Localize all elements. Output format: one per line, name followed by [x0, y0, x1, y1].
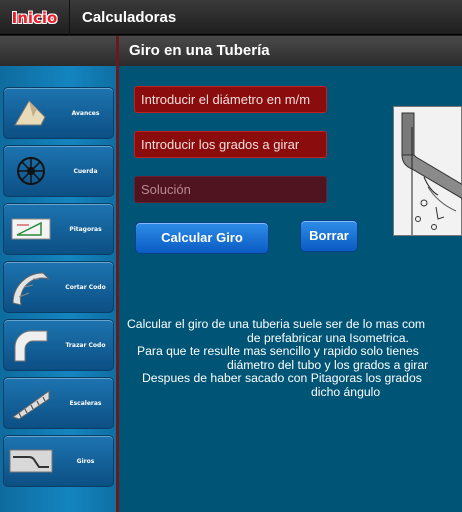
sidebar-item-pitagoras[interactable]: Pitagoras	[3, 203, 114, 255]
giros-icon	[4, 437, 58, 485]
diameter-input[interactable]: Introducir el diámetro en m/m	[134, 86, 327, 113]
sidebar-item-label: Avances	[71, 109, 100, 117]
sidebar-item-label: Giros	[76, 457, 95, 465]
description-line: Para que te resulte mas sencillo y rapid…	[137, 344, 419, 359]
avances-icon	[4, 89, 58, 137]
app-title: Calculadoras	[82, 9, 177, 26]
pipe-turn-diagram	[393, 106, 462, 236]
description-line: Despues de haber sacado con Pitagoras lo…	[142, 371, 422, 386]
sidebar-item-cortar-codo[interactable]: Cortar Codo	[3, 261, 114, 313]
pitagoras-icon	[4, 205, 58, 253]
sidebar-item-escaleras[interactable]: Escaleras	[3, 377, 114, 429]
description-line: dicho ángulo	[311, 384, 381, 399]
main-header: Giro en una Tubería	[119, 36, 462, 66]
page-title: Giro en una Tubería	[129, 42, 270, 59]
cuerda-icon	[4, 147, 58, 195]
sidebar-item-giros[interactable]: Giros	[3, 435, 114, 487]
sidebar-item-label: Cortar Codo	[65, 283, 106, 291]
sidebar-item-avances[interactable]: Avances	[3, 87, 114, 139]
description-line: diámetro del tubo y los grados a girar	[227, 357, 429, 372]
calculate-turn-button[interactable]: Calcular Giro	[135, 222, 269, 254]
sidebar-item-label: Cuerda	[73, 167, 98, 175]
cortar-codo-icon	[4, 263, 58, 311]
description-line: de prefabricar una Isometrica.	[247, 330, 409, 345]
home-label: Inicio	[11, 8, 58, 27]
home-button[interactable]: Inicio	[0, 0, 70, 35]
sidebar-item-cuerda[interactable]: Cuerda	[3, 145, 114, 197]
top-bar: Inicio Calculadoras	[0, 0, 462, 35]
degrees-input[interactable]: Introducir los grados a girar	[134, 131, 327, 158]
escaleras-icon	[4, 379, 58, 427]
sidebar-item-label: Escaleras	[69, 399, 102, 407]
sidebar-item-label: Pitagoras	[69, 225, 102, 233]
solution-field[interactable]: Solución	[134, 176, 327, 203]
trazar-codo-icon	[4, 321, 58, 369]
sidebar-item-label: Trazar Codo	[65, 341, 106, 349]
sidebar: Avances Cuerda Pitagoras Cortar Codo Tra…	[0, 36, 116, 512]
description-line: Calcular el giro de una tuberia suele se…	[127, 317, 426, 331]
description-text: Calcular el giro de una tuberia suele se…	[119, 317, 462, 400]
main-panel: Giro en una Tubería Introducir el diámet…	[119, 36, 462, 512]
sidebar-item-trazar-codo[interactable]: Trazar Codo	[3, 319, 114, 371]
sidebar-header	[0, 36, 116, 66]
clear-button[interactable]: Borrar	[300, 220, 358, 252]
